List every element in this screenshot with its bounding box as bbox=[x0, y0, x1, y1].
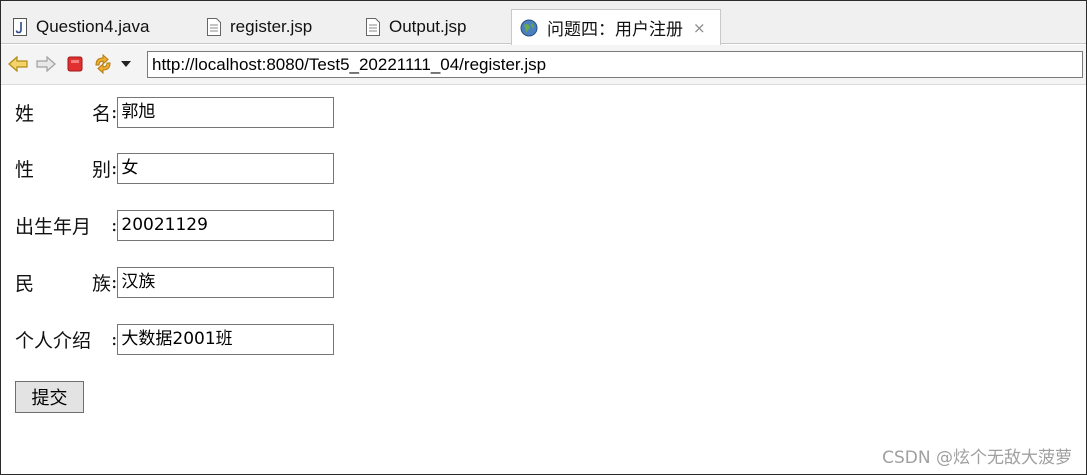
chevron-down-icon bbox=[121, 61, 131, 67]
browser-nav-bar: http://localhost:8080/Test5_20221111_04/… bbox=[1, 45, 1086, 85]
jsp-file-icon bbox=[207, 18, 221, 36]
browser-window: Question4.java register.jsp Output.jsp 问… bbox=[0, 0, 1087, 475]
java-file-icon bbox=[13, 18, 27, 36]
history-dropdown-button[interactable] bbox=[119, 53, 133, 75]
gender-label: 性别 bbox=[15, 158, 111, 181]
watermark: CSDN @炫个无敌大菠萝 bbox=[882, 448, 1072, 468]
form-row-gender: 性别 : 女 bbox=[15, 152, 335, 184]
back-arrow-icon bbox=[8, 55, 28, 73]
tab-label: 问题四：用户注册 bbox=[547, 20, 683, 39]
form-row-ethnicity: 民族 : 汉族 bbox=[15, 266, 335, 298]
ethnicity-field[interactable]: 汉族 bbox=[117, 266, 335, 298]
ethnicity-label: 民族 bbox=[15, 272, 111, 295]
forward-button[interactable] bbox=[35, 53, 57, 75]
tab-question4-java[interactable]: Question4.java bbox=[5, 10, 149, 44]
back-button[interactable] bbox=[7, 53, 29, 75]
globe-icon bbox=[520, 19, 538, 37]
forward-arrow-icon bbox=[36, 55, 56, 73]
stop-button[interactable] bbox=[64, 53, 86, 75]
name-label: 姓名 bbox=[15, 102, 111, 125]
tab-register-page[interactable]: 问题四：用户注册 ⨯ bbox=[511, 9, 721, 45]
tab-label: register.jsp bbox=[230, 17, 313, 36]
close-tab-icon[interactable]: ⨯ bbox=[693, 19, 706, 37]
tab-label: Question4.java bbox=[36, 17, 150, 36]
address-input[interactable]: http://localhost:8080/Test5_20221111_04/… bbox=[147, 51, 1083, 78]
form-row-birthdate: 出生年月 : 20021129 bbox=[15, 209, 335, 241]
page-content: 姓名 : 郭旭 性别 : 女 出生年月 : 20021129 民族 : 汉族 个… bbox=[1, 86, 1086, 474]
gender-field[interactable]: 女 bbox=[117, 152, 335, 184]
form-row-name: 姓名 : 郭旭 bbox=[15, 96, 335, 128]
name-field[interactable]: 郭旭 bbox=[117, 96, 335, 128]
tab-register-jsp[interactable]: register.jsp bbox=[199, 10, 312, 44]
introduction-field[interactable]: 大数据2001班 bbox=[117, 323, 335, 355]
tab-label: Output.jsp bbox=[389, 17, 467, 36]
editor-tab-bar: Question4.java register.jsp Output.jsp 问… bbox=[1, 1, 1086, 45]
introduction-label: 个人介绍 bbox=[15, 329, 92, 352]
submit-button[interactable]: 提交 bbox=[15, 381, 84, 413]
birthdate-label: 出生年月 bbox=[15, 215, 92, 238]
birthdate-field[interactable]: 20021129 bbox=[117, 209, 335, 241]
jsp-file-icon bbox=[366, 18, 380, 36]
stop-icon bbox=[67, 56, 83, 72]
refresh-icon bbox=[95, 53, 111, 75]
form-row-introduction: 个人介绍 : 大数据2001班 bbox=[15, 323, 335, 355]
refresh-button[interactable] bbox=[92, 53, 114, 75]
tab-output-jsp[interactable]: Output.jsp bbox=[358, 10, 467, 44]
